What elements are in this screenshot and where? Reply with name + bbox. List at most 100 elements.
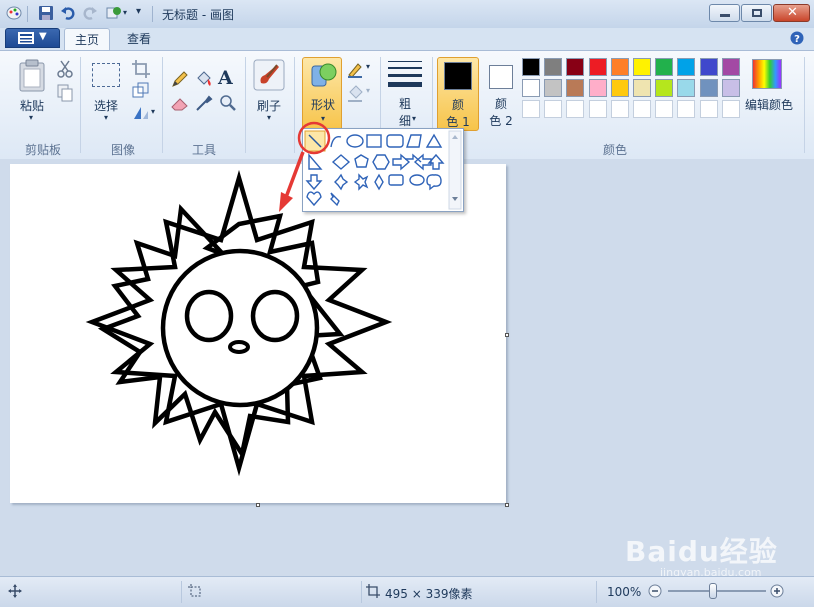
divider — [804, 57, 805, 153]
palette-color-swatch[interactable] — [522, 79, 540, 97]
custom-color-slot[interactable] — [588, 100, 607, 118]
redo-icon[interactable] — [82, 5, 98, 21]
edit-colors-label[interactable]: 编辑颜色 — [742, 96, 796, 113]
divider — [162, 57, 163, 153]
chevron-down-icon: ▼ — [39, 31, 47, 42]
outline-dropdown-arrow[interactable]: ▾ — [366, 62, 370, 71]
size-label-line1[interactable]: 粗 — [392, 95, 418, 112]
custom-color-slot[interactable] — [699, 100, 718, 118]
view-dropdown-icon[interactable] — [106, 5, 122, 21]
clipboard-group-label: 剪贴板 — [24, 143, 61, 157]
palette-color-swatch[interactable] — [655, 79, 674, 97]
pencil-icon[interactable] — [170, 69, 190, 89]
palette-color-swatch[interactable] — [566, 58, 585, 76]
paste-dropdown-arrow[interactable]: ▾ — [25, 113, 37, 122]
custom-color-slot[interactable] — [633, 100, 651, 118]
drawing-canvas[interactable] — [10, 164, 506, 503]
palette-color-swatch[interactable] — [677, 58, 696, 76]
copy-icon[interactable] — [55, 83, 75, 103]
palette-color-swatch[interactable] — [610, 58, 629, 76]
divider — [596, 581, 597, 603]
shapes-button[interactable]: 形状 ▾ — [302, 57, 342, 131]
palette-color-swatch[interactable] — [633, 79, 651, 97]
application-menu-button[interactable]: ▼ — [5, 28, 60, 48]
minimize-button[interactable] — [709, 4, 740, 22]
resize-handle-right[interactable] — [505, 333, 509, 337]
paste-icon[interactable] — [18, 59, 48, 93]
custom-color-slot[interactable] — [721, 100, 740, 118]
select-dropdown-arrow[interactable]: ▾ — [100, 113, 112, 122]
custom-color-slot[interactable] — [566, 100, 585, 118]
zoom-in-button[interactable] — [770, 584, 784, 598]
outline-icon[interactable] — [346, 59, 366, 79]
divider — [80, 57, 81, 153]
zoom-slider-track[interactable] — [668, 590, 766, 592]
selection-size-icon — [188, 584, 201, 597]
sun-drawing — [85, 169, 393, 477]
shapes-icon — [311, 63, 337, 87]
size-dropdown-arrow[interactable]: ▾ — [412, 114, 416, 123]
help-icon[interactable]: ? — [790, 31, 804, 45]
palette-color-swatch[interactable] — [677, 79, 696, 97]
save-icon[interactable] — [38, 5, 54, 21]
custom-color-slot[interactable] — [655, 100, 674, 118]
palette-color-swatch[interactable] — [544, 58, 563, 76]
tab-home[interactable]: 主页 — [64, 28, 110, 50]
qat-dropdown-arrow[interactable]: ▾ — [123, 8, 127, 17]
color1-button[interactable]: 颜 色 1 — [437, 57, 479, 131]
undo-icon[interactable] — [60, 5, 76, 21]
palette-color-swatch[interactable] — [699, 58, 718, 76]
status-bar: 495 × 339像素 100% — [0, 576, 814, 607]
shape-fill-dropdown-arrow[interactable]: ▾ — [366, 86, 370, 95]
baidu-watermark: Baidu经验 — [625, 535, 778, 568]
palette-color-swatch[interactable] — [633, 58, 651, 76]
paste-button-label[interactable]: 粘贴 — [16, 97, 48, 114]
palette-color-swatch[interactable] — [588, 58, 607, 76]
custom-color-slot[interactable] — [677, 100, 696, 118]
palette-color-swatch[interactable] — [721, 79, 740, 97]
magnifier-icon[interactable] — [218, 93, 238, 113]
size-icon[interactable] — [388, 59, 422, 91]
color2-button[interactable]: 颜 色 2 — [483, 57, 519, 131]
divider — [181, 581, 182, 603]
close-icon: ✕ — [787, 5, 798, 20]
crop-icon[interactable] — [131, 59, 151, 79]
zoom-slider-thumb[interactable] — [709, 583, 717, 599]
maximize-button[interactable] — [741, 4, 772, 22]
close-button[interactable]: ✕ — [773, 4, 810, 22]
cut-icon[interactable] — [55, 59, 75, 79]
rotate-icon[interactable] — [131, 103, 151, 123]
text-tool-icon[interactable]: A — [218, 67, 233, 89]
brushes-dropdown-arrow[interactable]: ▾ — [263, 113, 275, 122]
custom-color-slot[interactable] — [544, 100, 563, 118]
shapes-dropdown-arrow: ▾ — [320, 114, 325, 123]
palette-color-swatch[interactable] — [566, 79, 585, 97]
edit-colors-icon[interactable] — [752, 59, 782, 89]
fill-icon[interactable] — [194, 69, 214, 89]
palette-color-swatch[interactable] — [699, 79, 718, 97]
palette-color-swatch[interactable] — [544, 79, 563, 97]
eraser-icon[interactable] — [170, 93, 190, 113]
select-button-label[interactable]: 选择 — [90, 97, 122, 114]
resize-handle-corner[interactable] — [505, 503, 509, 507]
palette-color-swatch[interactable] — [522, 58, 540, 76]
color-picker-icon[interactable] — [194, 93, 214, 113]
palette-color-swatch[interactable] — [588, 79, 607, 97]
custom-color-slot[interactable] — [522, 100, 540, 118]
paint-app-icon[interactable] — [6, 5, 22, 21]
rotate-dropdown-arrow[interactable]: ▾ — [151, 107, 155, 116]
resize-icon[interactable] — [131, 81, 151, 101]
select-icon[interactable] — [92, 63, 120, 87]
zoom-out-button[interactable] — [648, 584, 662, 598]
palette-color-swatch[interactable] — [610, 79, 629, 97]
palette-color-swatch[interactable] — [655, 58, 674, 76]
brush-icon[interactable] — [253, 59, 285, 91]
customize-qat-icon[interactable]: ▾ — [136, 6, 141, 17]
custom-color-slot[interactable] — [610, 100, 629, 118]
palette-color-swatch[interactable] — [721, 58, 740, 76]
color1-label-line1: 颜 — [451, 98, 464, 112]
shape-fill-icon[interactable] — [346, 83, 366, 103]
resize-handle-bottom[interactable] — [256, 503, 260, 507]
brushes-button-label[interactable]: 刷子 — [253, 97, 285, 114]
tab-view[interactable]: 查看 — [116, 28, 162, 50]
